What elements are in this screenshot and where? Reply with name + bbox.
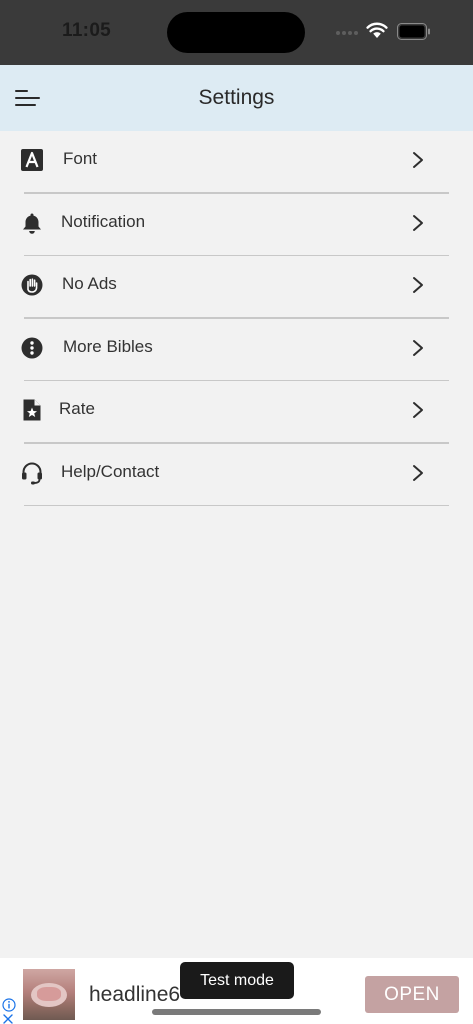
- ad-open-button[interactable]: OPEN: [365, 976, 459, 1013]
- hand-stop-icon: [21, 274, 43, 296]
- wifi-icon: [366, 22, 388, 38]
- chevron-right-icon: [413, 214, 423, 231]
- battery-icon: [397, 23, 430, 40]
- settings-item-label: Rate: [59, 399, 95, 418]
- status-time: 11:05: [62, 20, 112, 41]
- settings-item-no-ads[interactable]: No Ads: [0, 256, 473, 319]
- chevron-right-icon: [413, 277, 423, 293]
- settings-item-help-contact[interactable]: Help/Contact: [0, 444, 473, 506]
- settings-item-label: More Bibles: [63, 336, 153, 356]
- ad-thumbnail[interactable]: [23, 969, 75, 1020]
- dynamic-island: [167, 12, 305, 53]
- star-document-icon: [23, 399, 41, 421]
- ad-headline[interactable]: headline6: [89, 983, 180, 1007]
- chevron-right-icon: [413, 402, 423, 418]
- settings-list: Font Notification No Ads More Bibles Rat…: [0, 131, 473, 506]
- settings-item-label: Notification: [61, 211, 146, 231]
- page-title: Settings: [198, 86, 275, 109]
- home-indicator[interactable]: [152, 1009, 321, 1015]
- bell-icon: [23, 213, 41, 234]
- settings-item-label: No Ads: [62, 274, 117, 293]
- chevron-right-icon: [413, 152, 423, 168]
- chevron-right-icon: [413, 339, 423, 356]
- settings-item-more-bibles[interactable]: More Bibles: [0, 319, 473, 381]
- ad-close-icon[interactable]: [3, 1014, 13, 1024]
- info-circle-icon: [21, 337, 43, 358]
- headset-icon: [22, 462, 42, 484]
- settings-item-notification[interactable]: Notification: [0, 194, 473, 256]
- settings-item-rate[interactable]: Rate: [0, 381, 473, 444]
- test-mode-toast: Test mode: [180, 962, 294, 999]
- cellular-signal-icon: [336, 31, 360, 37]
- settings-item-label: Help/Contact: [61, 461, 160, 481]
- divider: [24, 504, 449, 506]
- settings-item-label: Font: [63, 149, 98, 168]
- status-bar: 11:05: [0, 0, 473, 65]
- settings-item-font[interactable]: Font: [0, 131, 473, 194]
- chevron-right-icon: [413, 464, 423, 481]
- ad-info-icon[interactable]: [2, 998, 16, 1012]
- font-icon: [21, 149, 43, 171]
